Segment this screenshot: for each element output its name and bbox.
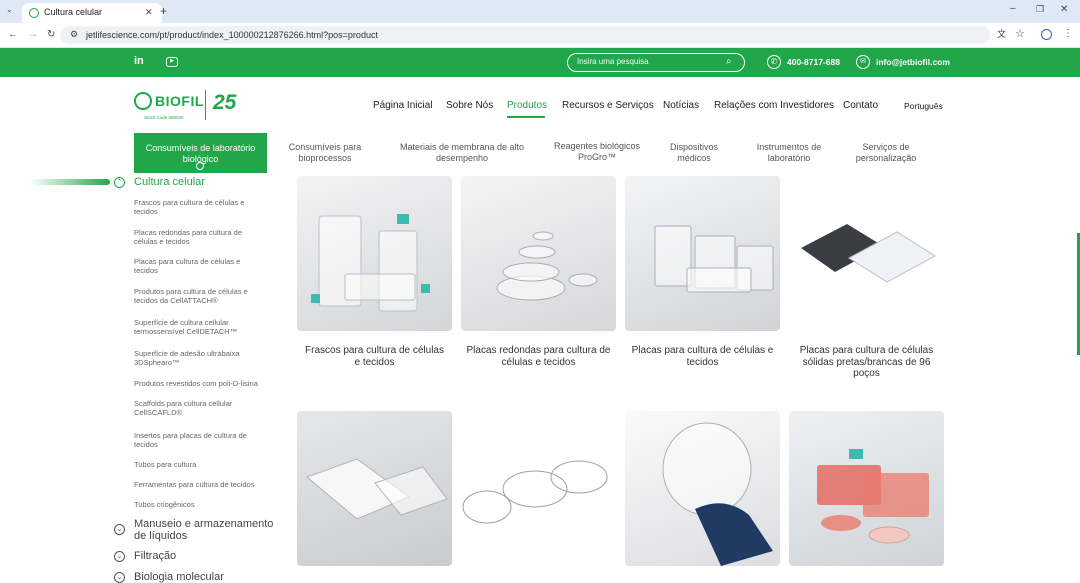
sidebar-active-bar [30,179,110,185]
sidebar-item-poly-d-lysine[interactable]: Produtos revestidos com poli-D-lisina [134,379,274,388]
logo[interactable]: BIOFIL Stock Code 688026 25 [134,90,244,122]
flasks-illustration [311,214,430,312]
linkedin-icon[interactable]: in [134,56,144,67]
logo-stock-code: Stock Code 688026 [144,115,184,120]
search-input[interactable]: Insira uma pesquisa ⌕ [567,53,745,72]
back-icon[interactable]: ← [8,30,18,40]
translate-icon[interactable]: 文 [997,30,1006,39]
expand-chevron-icon[interactable]: ⌄ [114,551,125,562]
sidebar-item-culture-tubes[interactable]: Tubos para cultura [134,460,264,469]
product-image-round-dishes[interactable] [461,176,616,331]
category-bar: Consumíveis de laboratório biológico Con… [0,133,1080,173]
email-address[interactable]: info@jetbiofil.com [876,56,950,68]
nav-products-underline [507,116,545,118]
phone-icon: ✆ [767,55,781,69]
sidebar-item-tissue-tools[interactable]: Ferramentas para cultura de tecidos [134,480,274,489]
sidebar-item-cryo-tubes[interactable]: Tubos criogênicos [134,500,264,509]
product-title-flasks[interactable]: Frascos para cultura de células e tecidos [297,345,452,368]
tab-title: Cultura celular [44,7,103,17]
product-image-culture-red[interactable] [789,411,944,566]
sidebar-item-celldetach[interactable]: Superfície de cultura cellular termossens… [134,318,264,336]
close-window-icon[interactable]: ✕ [1060,5,1068,15]
expand-chevron-icon[interactable]: ⌄ [114,572,125,583]
logo-divider [205,90,206,120]
dish-hand-illustration [662,422,773,566]
product-title-96-well[interactable]: Placas para cultura de células sólidas pr… [789,345,944,380]
insert-plate-illustration [306,458,448,520]
category-medical-devices[interactable]: Dispositivos médicos [659,142,729,164]
logo-emblem-icon [134,92,152,110]
nav-about[interactable]: Sobre Nós [446,100,493,111]
culture-red-illustration [817,449,929,544]
96-well-illustration [801,224,936,283]
site-info-icon[interactable]: ⚙ [70,30,78,39]
menu-kebab-icon[interactable]: ⋮ [1063,29,1073,39]
phone-number[interactable]: 400-8717-688 [787,56,840,68]
bookmark-star-icon[interactable]: ☆ [1015,29,1025,40]
category-reagents[interactable]: Reagentes biológicos ProGro™ [543,141,651,163]
sidebar-item-inserts[interactable]: Insertos para placas de cultura de tecido… [134,431,264,449]
favicon-icon [29,8,39,18]
product-image-plates[interactable] [625,176,780,331]
top-utility-bar: in ▶ Insira uma pesquisa ⌕ ✆ 400-8717-68… [0,48,1080,77]
plates-illustration [654,225,774,293]
sidebar-heading-cell-culture[interactable]: Cultura celular [134,176,205,188]
search-icon[interactable]: ⌕ [726,57,732,67]
browser-tab-bar: ⌄ Cultura celular ✕ + – ❐ ✕ [0,0,1080,23]
petri-dishes-illustration [462,460,608,524]
address-bar-row: ← → ↻ ⚙ jetlifescience.com/pt/product/in… [0,23,1080,48]
nav-products[interactable]: Produtos [507,100,547,111]
tab-list-icon[interactable]: ⌄ [6,6,13,14]
reload-icon[interactable]: ↻ [47,30,55,40]
dishes-illustration [496,231,598,301]
sidebar-item-cellattach[interactable]: Produtos para cultura de células e tecido… [134,287,264,305]
category-instruments[interactable]: Instrumentos de laboratório [744,142,834,164]
profile-icon[interactable] [1041,29,1052,40]
product-image-dish-hand[interactable] [625,411,780,566]
product-image-insert-plate[interactable] [297,411,452,566]
sidebar-item-3dsphearo[interactable]: Superfície de adesão ultrabaixa 3DSphearo… [134,349,264,367]
youtube-icon[interactable]: ▶ [166,57,178,67]
active-indicator-icon [196,162,204,170]
anniversary-badge: 25 [213,91,237,114]
product-image-96-well[interactable] [789,176,944,331]
nav-resources[interactable]: Recursos e Serviços [562,100,654,111]
restore-icon[interactable]: ❐ [1036,5,1044,14]
browser-tab[interactable]: Cultura celular ✕ [22,3,162,23]
expand-chevron-icon[interactable]: ⌄ [114,524,125,535]
nav-home[interactable]: Página Inicial [373,100,432,111]
sidebar-item-flasks[interactable]: Frascos para cultura de células e tecidos [134,198,264,216]
nav-investors[interactable]: Relações com Investidores [714,100,834,111]
sidebar-item-cellscafld[interactable]: Scaffolds para cultura cellular CellSCAFL… [134,399,264,417]
logo-text: BIOFIL [155,93,204,109]
product-image-petri-dishes[interactable] [461,411,616,566]
category-customization[interactable]: Serviços de personalização [847,142,925,164]
product-image-flasks[interactable] [297,176,452,331]
sidebar-heading-filtration[interactable]: Filtração [134,550,176,562]
new-tab-icon[interactable]: + [160,5,167,17]
close-tab-icon[interactable]: ✕ [145,8,153,17]
url-text: jetlifescience.com/pt/product/index_1000… [86,30,378,40]
site-header: BIOFIL Stock Code 688026 25 Página Inici… [0,77,1080,133]
category-bioprocess[interactable]: Consumíveis para bioprocessos [275,142,375,164]
email-icon: ✉ [856,55,870,69]
sidebar-heading-liquid-handling[interactable]: Manuseio e armazenamento de líquidos [134,518,273,542]
sidebar-heading-molecular-biology[interactable]: Biologia molecular [134,571,224,583]
sidebar-item-round-dishes[interactable]: Placas redondas para cultura de células e… [134,228,264,246]
product-title-round-dishes[interactable]: Placas redondas para cultura de células e… [461,345,616,368]
url-field[interactable]: ⚙ jetlifescience.com/pt/product/index_10… [60,26,990,44]
product-title-plates[interactable]: Placas para cultura de células e tecidos [625,345,780,368]
nav-contact[interactable]: Contato [843,100,878,111]
category-membranes[interactable]: Materiais de membrana de alto desempenho [392,142,532,164]
minimize-icon[interactable]: – [1010,4,1016,14]
forward-icon[interactable]: → [28,30,38,40]
language-selector[interactable]: Português [904,101,943,111]
sidebar-item-plates[interactable]: Placas para cultura de células e tecidos [134,257,264,275]
collapse-chevron-icon[interactable]: ⌃ [114,177,125,188]
category-lab-consumables[interactable]: Consumíveis de laboratório biológico [134,133,267,173]
search-placeholder: Insira uma pesquisa [577,57,649,66]
nav-news[interactable]: Notícias [663,100,699,111]
